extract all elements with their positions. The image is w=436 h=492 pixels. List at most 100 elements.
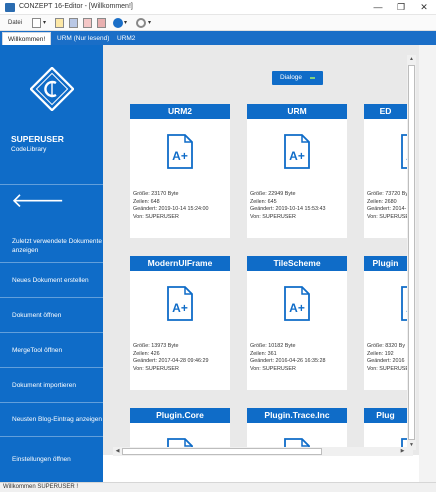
scroll-up-icon[interactable]: ▲: [407, 55, 416, 64]
toolbar: Datei ▾ ▾ ▾: [0, 15, 436, 31]
tile-meta: Größe: 8320 By Zeilen: 192 Geändert: 2016 V…: [367, 343, 407, 373]
tile-changed: Geändert: 2016-04-26 16:35:28: [250, 358, 326, 365]
document-aplus-icon: A+: [284, 438, 310, 447]
horizontal-scroll-thumb[interactable]: [122, 448, 322, 455]
tile-size: Größe: 73720 Byte: [367, 191, 407, 197]
sidebar-item-blog[interactable]: Neusten Blog-Eintrag anzeigen: [0, 402, 103, 436]
document-tile[interactable]: Plugin.Core A+: [130, 408, 230, 447]
tile-title: ED: [364, 104, 407, 119]
document-tile[interactable]: Plugin A+ Größe: 8320 ByZeilen: 192Geänder…: [364, 256, 407, 390]
user-name: SUPERUSER: [11, 134, 64, 144]
scroll-left-icon[interactable]: ◀: [113, 447, 122, 456]
document-tile[interactable]: Plug A+: [364, 408, 407, 447]
new-document-icon[interactable]: [32, 18, 41, 28]
svg-text:A+: A+: [289, 149, 305, 163]
tile-lines: Zeilen: 192: [367, 350, 394, 357]
status-bar: Willkommen SUPERUSER !: [0, 482, 436, 492]
tile-lines: Zeilen: 2680: [367, 198, 397, 205]
divider: [0, 184, 103, 185]
sidebar-item-open-document[interactable]: Dokument öffnen: [0, 297, 103, 332]
app-icon: [5, 3, 15, 12]
tile-size: Größe: 8320 By: [367, 343, 406, 349]
tile-lines: Zeilen: 648: [133, 198, 160, 205]
sidebar-item-mergetool[interactable]: MergeTool öffnen: [0, 332, 103, 367]
tile-title: Plugin: [364, 256, 407, 271]
tab-urm2[interactable]: URM2: [112, 32, 140, 45]
tile-title: Plug: [364, 408, 407, 423]
print-icon[interactable]: [97, 18, 106, 28]
document-tile[interactable]: Plugin.Trace.Inc A+: [247, 408, 347, 447]
document-aplus-icon: A+: [284, 134, 310, 169]
tile-author: Von: SUPERUSER: [367, 365, 407, 372]
tile-lines: Zeilen: 645: [250, 198, 277, 205]
tile-size: Größe: 23170 Byte: [133, 191, 179, 197]
back-arrow-icon[interactable]: 🡐: [11, 191, 65, 211]
sidebar-item-new-document[interactable]: Neues Dokument erstellen: [0, 262, 103, 297]
tile-changed: Geändert: 2017-04-28 09:46:29: [133, 358, 209, 365]
document-aplus-icon: A+: [401, 286, 407, 321]
tile-title: Plugin.Trace.Inc: [247, 408, 347, 423]
document-tile[interactable]: ED A+ Größe: 73720 ByteZeilen: 2680Geänder…: [364, 104, 407, 238]
tab-bar: Willkommen! URM (Nur lesend) URM2: [0, 31, 436, 45]
dropdown-arrow-icon[interactable]: ▾: [43, 17, 46, 29]
document-tile[interactable]: ModernUIFrame A+ Größe: 13973 Byte Zeilen: …: [130, 256, 230, 390]
tab-willkommen[interactable]: Willkommen!: [2, 32, 52, 45]
sidebar-item-settings[interactable]: Einstellungen öffnen: [0, 436, 103, 482]
tile-title: ModernUIFrame: [130, 256, 230, 271]
settings-icon[interactable]: [136, 18, 146, 28]
document-aplus-icon: A+: [167, 438, 193, 447]
tile-meta: Größe: 13973 Byte Zeilen: 426 Geändert: 20…: [133, 343, 209, 373]
document-tile[interactable]: URM A+ Größe: 22949 Byte Zeilen: 645 Geänder…: [247, 104, 347, 238]
sidebar: SUPERUSER CodeLibrary 🡐 Zuletzt verwende…: [0, 45, 103, 482]
library-name: CodeLibrary: [11, 146, 47, 153]
tile-changed: Geändert: 2019-10-14 15:53:43: [250, 206, 326, 213]
title-bar: CONZEPT 16-Editor - [Willkommen!] — ❐ ✕: [0, 0, 436, 15]
tile-size: Größe: 10182 Byte: [250, 343, 296, 349]
tile-title: URM: [247, 104, 347, 119]
open-folder-icon[interactable]: [55, 18, 64, 28]
pdf-icon[interactable]: [83, 18, 92, 28]
sidebar-item-import[interactable]: Dokument importieren: [0, 367, 103, 402]
tile-author: Von: SUPERUSER: [367, 213, 407, 220]
indicator-icon: [310, 77, 315, 79]
scroll-right-icon[interactable]: ▶: [398, 447, 407, 456]
vertical-scroll-thumb[interactable]: [408, 65, 415, 440]
svg-text:A+: A+: [172, 149, 188, 163]
maximize-button[interactable]: ❐: [394, 1, 408, 13]
file-menu[interactable]: Datei: [8, 17, 22, 29]
document-aplus-icon: A+: [167, 134, 193, 169]
dropdown-arrow-icon[interactable]: ▾: [124, 17, 127, 29]
tile-lines: Zeilen: 426: [133, 350, 160, 357]
tile-lines: Zeilen: 361: [250, 350, 277, 357]
document-tile[interactable]: TileScheme A+ Größe: 10182 Byte Zeilen: 361…: [247, 256, 347, 390]
tile-author: Von: SUPERUSER: [133, 365, 179, 372]
right-edge: [419, 45, 436, 482]
tile-author: Von: SUPERUSER: [250, 365, 296, 372]
tile-title: Plugin.Core: [130, 408, 230, 423]
close-button[interactable]: ✕: [417, 1, 431, 13]
tile-size: Größe: 13973 Byte: [133, 343, 179, 349]
tile-title: TileScheme: [247, 256, 347, 271]
tile-meta: Größe: 23170 Byte Zeilen: 648 Geändert: 20…: [133, 191, 209, 221]
tile-meta: Größe: 22949 Byte Zeilen: 645 Geändert: 20…: [250, 191, 326, 221]
document-aplus-icon: A+: [401, 438, 407, 447]
tile-meta: Größe: 73720 ByteZeilen: 2680Geändert: 2…: [367, 191, 407, 221]
document-tile[interactable]: URM2 A+ Größe: 23170 Byte Zeilen: 648 Geände…: [130, 104, 230, 238]
minimize-button[interactable]: —: [371, 1, 385, 13]
back-icon[interactable]: [113, 18, 123, 28]
tile-changed: Geändert: 2019-10-14 15:24:00: [133, 206, 209, 213]
tile-author: Von: SUPERUSER: [250, 213, 296, 220]
tile-title: URM2: [130, 104, 230, 119]
tile-author: Von: SUPERUSER: [133, 213, 179, 220]
dialoge-label: Dialoge: [280, 74, 303, 81]
svg-text:A+: A+: [172, 301, 188, 315]
conzept-logo: [30, 67, 74, 111]
dropdown-arrow-icon[interactable]: ▾: [148, 17, 151, 29]
save-icon[interactable]: [69, 18, 78, 28]
tab-urm[interactable]: URM (Nur lesend): [52, 32, 114, 45]
dialoge-button[interactable]: Dialoge: [272, 71, 323, 85]
tile-size: Größe: 22949 Byte: [250, 191, 296, 197]
window-title: CONZEPT 16-Editor - [Willkommen!]: [19, 3, 133, 10]
sidebar-item-recent[interactable]: Zuletzt verwendete Dokumente anzeigen: [0, 219, 103, 259]
tile-changed: Geändert: 2016: [367, 358, 405, 365]
